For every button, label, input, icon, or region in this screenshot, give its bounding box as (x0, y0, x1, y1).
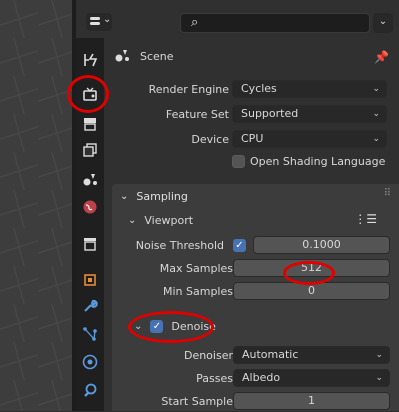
search-input[interactable]: ⌕ (180, 13, 370, 33)
physics-tab-icon[interactable] (80, 352, 100, 372)
feature-set-row: Feature Set Supported ⌄ (104, 105, 399, 125)
min-samples-row: Min Samples 0 (112, 282, 399, 302)
view-layer-tab-icon[interactable] (80, 140, 100, 160)
denoiser-value: Automatic (242, 348, 299, 361)
chevron-down-icon: ⌄ (103, 14, 112, 25)
scene-tab-icon[interactable] (80, 169, 100, 189)
editor-type-icon (90, 17, 100, 20)
pin-icon[interactable]: 📌 (374, 50, 389, 64)
denoiser-dropdown[interactable]: Automatic ⌄ (233, 346, 390, 364)
min-samples-label: Min Samples (163, 285, 233, 298)
chevron-down-icon: ⌄ (120, 190, 129, 202)
feature-set-dropdown[interactable]: Supported ⌄ (232, 105, 387, 123)
viewport-subpanel-header[interactable]: ⌄ Viewport (128, 208, 193, 232)
start-sample-label: Start Sample (161, 395, 233, 408)
render-engine-label: Render Engine (148, 83, 229, 96)
options-dropdown[interactable]: ⌄ (373, 13, 393, 33)
context-label: Scene (140, 49, 174, 63)
noise-threshold-field[interactable]: 0.1000 (253, 236, 390, 254)
properties-editor: Scene 📌 Render Engine Cycles ⌄ Feature S… (104, 38, 399, 411)
min-samples-field[interactable]: 0 (233, 282, 390, 300)
noise-threshold-checkbox[interactable]: ✓ (233, 239, 246, 252)
passes-row: Passes Albedo ⌄ (112, 369, 399, 389)
drag-handle-icon[interactable]: ⠿ (384, 188, 391, 199)
chevron-down-icon: ⌄ (372, 134, 380, 144)
device-row: Device CPU ⌄ (104, 130, 399, 150)
properties-tabs (76, 38, 104, 411)
feature-set-value: Supported (241, 107, 299, 120)
world-tab-icon[interactable] (80, 197, 100, 217)
noise-threshold-row: Noise Threshold ✓ 0.1000 (112, 236, 399, 256)
chevron-down-icon: ⌄ (372, 109, 380, 119)
start-sample-field[interactable]: 1 (233, 392, 390, 410)
output-tab-icon[interactable] (80, 114, 100, 134)
chevron-down-icon: ⌄ (375, 350, 383, 360)
collection-tab-icon[interactable] (80, 234, 100, 254)
chevron-down-icon: ⌄ (372, 84, 380, 94)
chevron-down-icon: ⌄ (128, 214, 137, 226)
properties-header: ⌄ ⌕ ⌄ (76, 0, 399, 39)
device-label: Device (191, 133, 229, 146)
modifier-tab-icon[interactable] (80, 296, 100, 316)
denoiser-label: Denoiser (183, 349, 233, 362)
passes-dropdown[interactable]: Albedo ⌄ (233, 369, 390, 387)
scene-icon (114, 47, 130, 66)
osl-checkbox[interactable] (232, 155, 245, 168)
start-sample-row: Start Sample 1 (112, 392, 399, 412)
min-samples-value: 0 (308, 284, 315, 297)
context-breadcrumb: Scene (114, 46, 174, 66)
denoise-subpanel-header[interactable]: ⌄ ✓ Denoise (134, 314, 216, 338)
editor-type-icon-bar (90, 22, 100, 25)
osl-label: Open Shading Language (250, 155, 386, 168)
start-sample-value: 1 (308, 394, 315, 407)
passes-value: Albedo (242, 371, 281, 384)
denoise-checkbox[interactable]: ✓ (150, 319, 164, 333)
sampling-panel: ⌄ Sampling ⠿ ⌄ Viewport ⋮☰ Noise Thresho… (112, 184, 399, 411)
viewport-title: Viewport (144, 213, 194, 227)
tool-tab-icon[interactable] (80, 50, 100, 70)
render-engine-dropdown[interactable]: Cycles ⌄ (232, 80, 387, 98)
osl-row: Open Shading Language (104, 153, 399, 173)
device-dropdown[interactable]: CPU ⌄ (232, 130, 387, 148)
denoiser-row: Denoiser Automatic ⌄ (112, 346, 399, 366)
passes-label: Passes (196, 372, 233, 385)
render-engine-value: Cycles (241, 82, 277, 95)
object-tab-icon[interactable] (80, 270, 100, 290)
particles-tab-icon[interactable] (80, 324, 100, 344)
noise-threshold-value: 0.1000 (302, 238, 341, 251)
list-presets-icon[interactable]: ⋮☰ (354, 212, 377, 226)
search-icon: ⌕ (191, 15, 199, 30)
chevron-down-icon: ⌄ (375, 373, 383, 383)
noise-threshold-label: Noise Threshold (135, 239, 224, 252)
chevron-down-icon: ⌄ (134, 320, 143, 332)
device-value: CPU (241, 132, 264, 145)
constraints-tab-icon[interactable] (80, 380, 100, 400)
max-samples-value: 512 (301, 261, 322, 274)
render-tab-icon[interactable] (80, 84, 100, 104)
render-engine-row: Render Engine Cycles ⌄ (104, 80, 399, 100)
feature-set-label: Feature Set (165, 108, 229, 121)
3d-viewport[interactable] (0, 0, 72, 411)
editor-type-button[interactable]: ⌄ (86, 13, 112, 31)
denoise-label: Denoise (171, 319, 216, 333)
sampling-header[interactable]: ⌄ Sampling (120, 184, 188, 208)
sampling-title: Sampling (136, 189, 188, 203)
max-samples-field[interactable]: 512 (233, 259, 390, 277)
max-samples-label: Max Samples (159, 262, 233, 275)
max-samples-row: Max Samples 512 (112, 259, 399, 279)
